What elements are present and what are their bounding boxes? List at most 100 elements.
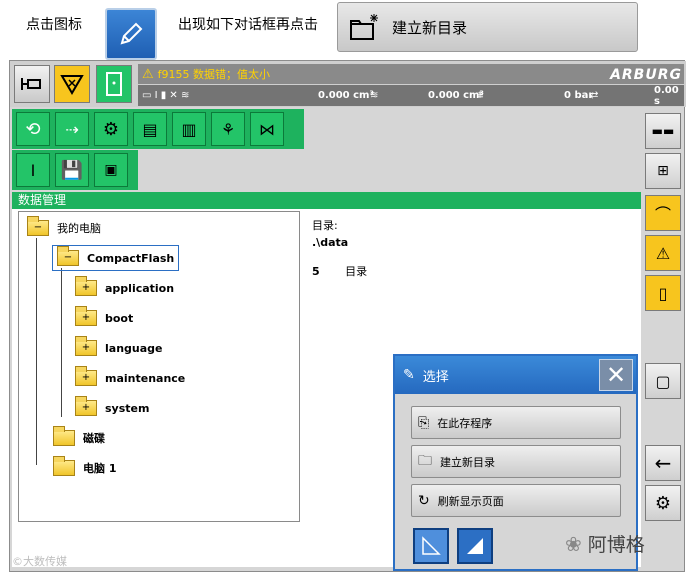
tree-item-application[interactable]: + application	[75, 276, 174, 296]
network-icon: ⊞	[657, 163, 669, 179]
tree-item-disk[interactable]: 磁碟	[53, 426, 105, 446]
dir-path: .\data	[312, 236, 349, 249]
watermark: ©大数传媒	[12, 555, 67, 568]
pencil-icon	[120, 22, 143, 45]
machine-icon	[21, 78, 41, 90]
dir-count-label: 目录	[345, 265, 368, 278]
dialog-titlebar: ✎ 选择 ✕	[395, 356, 636, 394]
pressure-icon: ⩩	[478, 90, 484, 101]
top-new-directory-button[interactable]: 建立新目录	[337, 2, 638, 52]
input-button[interactable]: Ⅰ	[16, 153, 50, 187]
settings-side-button[interactable]: ⚙	[645, 485, 681, 521]
door-button[interactable]	[96, 65, 132, 103]
message-button[interactable]: ▢	[645, 363, 681, 399]
card-button[interactable]: ▤	[133, 112, 167, 146]
tree-label: boot	[105, 311, 134, 325]
folder-icon: +	[75, 336, 97, 356]
enter-icon: ⟲	[25, 118, 41, 140]
header-bar: ⚠ f9155 数据错；值太小 ARBURG ▭ Ⅰ ▮ ✕ ≋ 0.000 c…	[10, 61, 686, 107]
card-icon: ▤	[142, 119, 158, 139]
machine-button[interactable]	[14, 65, 50, 103]
dir-count: 5	[312, 265, 320, 278]
tree-item-computer-1[interactable]: 电脑 1	[53, 456, 117, 476]
directory-info: 目录: .\data 5 目录	[312, 217, 367, 279]
palette-icon: ▬▬	[651, 124, 675, 138]
dir-label: 目录:	[312, 219, 338, 232]
folder-icon: +	[75, 306, 97, 326]
media-button[interactable]: ▣	[94, 153, 128, 187]
tree-item-system[interactable]: + system	[75, 396, 149, 416]
scroll-icon: ▯	[658, 283, 668, 303]
enter-button[interactable]: ⟲	[16, 112, 50, 146]
tree-label: 磁碟	[83, 432, 105, 445]
tree-item-boot[interactable]: + boot	[75, 306, 134, 326]
tree-icon: ⚘	[220, 119, 236, 139]
refresh-icon: ↻	[418, 492, 430, 509]
tree-label: maintenance	[105, 371, 186, 385]
new-directory-button[interactable]: 🗀 建立新目录	[411, 445, 621, 478]
gear-icon: ⚙	[102, 118, 120, 140]
transfer-icon: ⇢	[65, 119, 79, 139]
triangle-filled-icon	[467, 538, 483, 554]
save-program-icon: ⎘	[418, 414, 430, 431]
palette-button[interactable]: ▬▬	[645, 113, 681, 149]
status-row: ▭ Ⅰ ▮ ✕ ≋ 0.000 cm³ ≋ 0.000 cm³ ⩩ 0 bar …	[138, 84, 684, 107]
status-value-volume-1: 0.000 cm³	[318, 90, 374, 101]
top-new-directory-label: 建立新目录	[392, 18, 468, 37]
instruction-click-icon: 点击图标	[26, 17, 82, 33]
tree-item-language[interactable]: + language	[75, 336, 163, 356]
alarm-message[interactable]: f9155 数据错；值太小	[158, 66, 270, 82]
button-label: 在此存程序	[437, 416, 493, 430]
status-value-time: 0.00 s	[654, 84, 679, 107]
edit-pencil-button[interactable]	[105, 8, 157, 60]
instruction-then-click: 出现如下对话框再点击	[178, 17, 318, 33]
curve-button[interactable]: ⌒	[645, 195, 681, 231]
filter-triangle-icon	[60, 75, 84, 95]
transfer-button[interactable]: ⇢	[55, 112, 89, 146]
cycle-icon: ⇄	[590, 90, 599, 101]
media-icon: ▣	[104, 162, 118, 178]
button-label: 刷新显示页面	[437, 494, 504, 508]
status-value-pressure: 0 bar	[564, 90, 594, 101]
tree-button[interactable]: ⚘	[211, 112, 245, 146]
valve-icon: ⋈	[259, 119, 275, 139]
back-button[interactable]: ←	[645, 445, 681, 481]
save-program-here-button[interactable]: ⎘ 在此存程序	[411, 406, 621, 439]
tree-label: 我的电脑	[57, 222, 101, 235]
folder-icon: −	[27, 216, 49, 236]
folder-icon	[53, 456, 75, 476]
wechat-name: 阿博格	[587, 534, 645, 556]
speech-bubble-icon: ▢	[655, 371, 671, 391]
alarm-filter-button[interactable]	[54, 65, 90, 103]
mold-button[interactable]: ▥	[172, 112, 206, 146]
folder-icon	[53, 426, 75, 446]
door-icon	[106, 72, 122, 96]
function-toolbar: ⟲ ⇢ ⚙ ▤ ▥ ⚘ ⋈	[12, 109, 304, 149]
network-button[interactable]: ⊞	[645, 153, 681, 189]
floppy-icon: 💾	[60, 159, 84, 181]
dialog-title: 选择	[422, 369, 449, 385]
refresh-page-button[interactable]: ↻ 刷新显示页面	[411, 484, 621, 517]
tree-item-maintenance[interactable]: + maintenance	[75, 366, 186, 386]
arburg-logo: ARBURG	[610, 67, 682, 83]
status-value-volume-2: 0.000 cm³	[428, 90, 484, 101]
view-mode-button-1[interactable]	[413, 528, 449, 564]
tree-label: 电脑 1	[83, 462, 117, 475]
settings-button[interactable]: ⚙	[94, 112, 128, 146]
wechat-icon: ❀	[565, 531, 582, 556]
close-button[interactable]: ✕	[599, 359, 633, 391]
new-folder-icon	[350, 14, 378, 40]
log-button[interactable]: ▯	[645, 275, 681, 311]
arrow-left-icon: ←	[654, 451, 672, 475]
save-button[interactable]: 💾	[55, 153, 89, 187]
tree-item-compactflash[interactable]: − CompactFlash	[52, 245, 180, 271]
section-title: 数据管理	[12, 192, 641, 209]
curve-alarm-button[interactable]: ⚠	[645, 235, 681, 271]
folder-icon: +	[75, 366, 97, 386]
view-mode-button-2[interactable]	[457, 528, 493, 564]
valve-button[interactable]: ⋈	[250, 112, 284, 146]
tree-item-my-computer[interactable]: − 我的电脑	[27, 216, 101, 236]
close-icon: ✕	[605, 361, 627, 389]
curve-warning-icon: ⚠	[655, 243, 671, 263]
right-toolbar: ▬▬ ⊞ ⌒ ⚠ ▯ ▢ ← ⚙	[642, 109, 684, 571]
